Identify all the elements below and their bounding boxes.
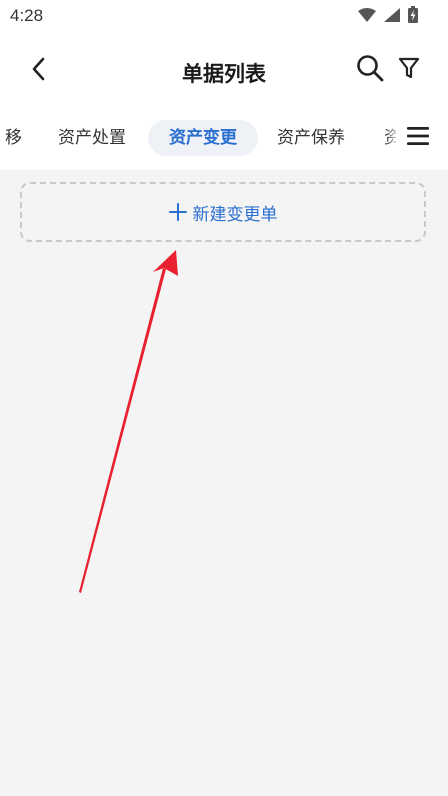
annotation-arrow-shaft (79, 268, 166, 593)
tab-asset-change[interactable]: 资产变更 (148, 120, 258, 156)
tab-partial-left[interactable]: 移 (0, 120, 22, 156)
header-area: 4:28 单据列表 移 资产处置 资产变更 资产保养 资 (0, 0, 448, 170)
tab-asset-maintenance[interactable]: 资产保养 (277, 120, 345, 156)
signal-icon (384, 7, 400, 22)
status-bar: 4:28 (0, 0, 448, 32)
category-tabs: 移 资产处置 资产变更 资产保养 资 (0, 116, 448, 160)
tab-partial-right[interactable]: 资 (384, 120, 396, 156)
filter-icon (398, 56, 420, 84)
search-icon (356, 54, 384, 86)
new-change-order-label: 新建变更单 (192, 204, 278, 225)
search-button[interactable] (352, 52, 388, 88)
navigation-bar: 单据列表 (0, 40, 448, 102)
wifi-icon (358, 7, 376, 22)
tab-asset-disposal[interactable]: 资产处置 (58, 120, 126, 156)
battery-charging-icon (408, 6, 418, 23)
status-icons (358, 6, 418, 23)
hamburger-menu-icon (407, 127, 429, 149)
annotation-arrow-head (153, 250, 178, 276)
new-change-order-button[interactable]: 新建变更单 (20, 182, 426, 242)
status-time: 4:28 (10, 6, 44, 25)
tabs-menu-button[interactable] (398, 120, 438, 156)
plus-icon (168, 203, 187, 221)
filter-button[interactable] (394, 52, 424, 88)
tab-partial-left-label: 移 (5, 128, 22, 148)
